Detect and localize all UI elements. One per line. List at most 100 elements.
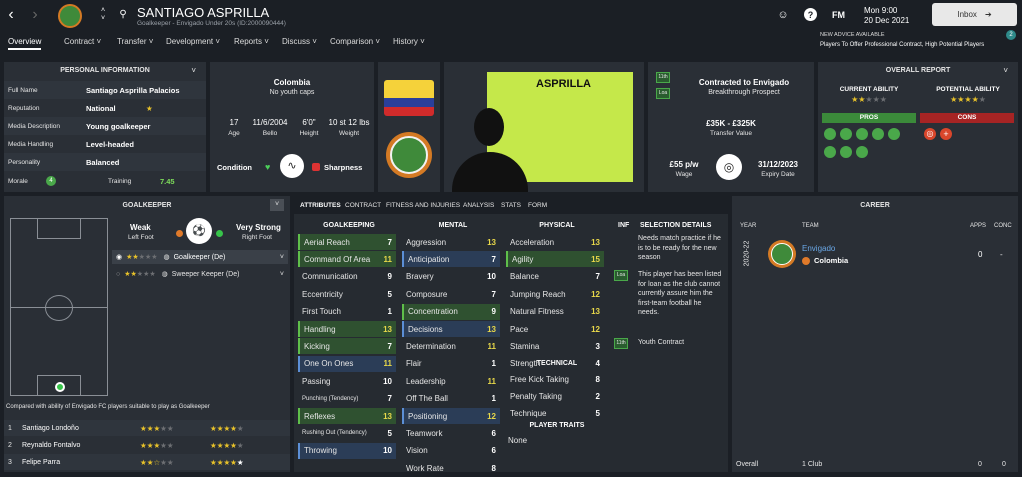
position-dropdown[interactable]: ˅ xyxy=(270,199,284,211)
attribute-row[interactable]: Communication 9 xyxy=(298,269,396,285)
subtab-stats[interactable]: STATS xyxy=(501,202,521,209)
target-icon[interactable]: ◎ xyxy=(924,128,936,140)
back-icon[interactable]: ‹ xyxy=(4,6,18,24)
colombia-flag[interactable] xyxy=(384,80,434,116)
attribute-row[interactable]: Stamina 3 xyxy=(506,338,604,354)
attribute-row[interactable]: Jumping Reach 12 xyxy=(506,286,604,302)
position-panel: GOALKEEPER ˅ Weak Left Foot ⚽ Very Stron… xyxy=(4,196,290,472)
comparison-row[interactable]: 1 Santiago Londoño ★★★★★ ★★★★★ xyxy=(4,420,290,436)
attribute-row[interactable]: Reflexes 13 xyxy=(298,408,396,424)
attribute-row[interactable]: Vision 6 xyxy=(402,443,500,459)
col-team[interactable]: TEAM xyxy=(802,223,819,229)
subtab-form[interactable]: FORM xyxy=(528,202,547,209)
attribute-row[interactable]: Flair 1 xyxy=(402,356,500,372)
attribute-row[interactable]: Composure 7 xyxy=(402,286,500,302)
position-title: GOALKEEPER xyxy=(122,202,172,209)
comparison-row[interactable]: 2 Reynaldo Fontalvo ★★★★★ ★★★★★ xyxy=(4,437,290,453)
attribute-row[interactable]: Work Rate 8 xyxy=(402,460,500,476)
youth-caps: No youth caps xyxy=(269,89,315,96)
attribute-row[interactable]: Command Of Area 11 xyxy=(298,251,396,268)
tab-contract[interactable]: Contract ˅ xyxy=(64,37,101,46)
col-year[interactable]: YEAR xyxy=(740,223,756,229)
col-conc[interactable]: CONC xyxy=(994,223,1012,229)
attribute-row[interactable]: Eccentricity 5 xyxy=(298,286,396,302)
attribute-row[interactable]: Natural Fitness 13 xyxy=(506,304,604,320)
attribute-row[interactable]: Technique 5 xyxy=(506,406,604,422)
pro-icon[interactable] xyxy=(840,146,852,158)
attribute-row[interactable]: Teamwork 6 xyxy=(402,425,500,441)
role-row-sweeper-keeper[interactable]: ○ ★★ ★★★ ◍ Sweeper Keeper (De) ˅ xyxy=(112,267,288,281)
tab-overview[interactable]: Overview xyxy=(8,37,42,50)
attribute-row[interactable]: Aggression 13 xyxy=(402,234,500,250)
attribute-name: Communication xyxy=(302,272,358,282)
attribute-row[interactable]: Penalty Taking 2 xyxy=(506,388,604,404)
attribute-name: Vision xyxy=(406,446,428,456)
attribute-row[interactable]: Leadership 11 xyxy=(402,373,500,389)
attribute-row[interactable]: Concentration 9 xyxy=(402,303,500,320)
attribute-row[interactable]: Pace 12 xyxy=(506,321,604,337)
fm-logo[interactable]: FM xyxy=(832,10,845,20)
attribute-row[interactable]: Passing 10 xyxy=(298,373,396,389)
inbox-label: Inbox xyxy=(957,10,977,19)
attribute-row[interactable]: Determination 11 xyxy=(402,338,500,354)
attribute-row[interactable]: Acceleration 13 xyxy=(506,234,604,250)
tab-history[interactable]: History ˅ xyxy=(393,37,425,46)
attribute-row[interactable]: Decisions 13 xyxy=(402,321,500,337)
attribute-row[interactable]: Agility 15 xyxy=(506,251,604,268)
pro-icon[interactable] xyxy=(840,128,852,140)
attribute-row[interactable]: Kicking 7 xyxy=(298,338,396,355)
attribute-row[interactable]: Rushing Out (Tendency) 5 xyxy=(298,425,396,441)
attribute-row[interactable]: Aerial Reach 7 xyxy=(298,234,396,250)
chevron-down-icon[interactable]: ˅ xyxy=(1003,66,1008,75)
nation-name[interactable]: Colombia xyxy=(210,78,374,87)
attribute-row[interactable]: Bravery 10 xyxy=(402,269,500,285)
subtab-attributes[interactable]: ATTRIBUTES xyxy=(300,202,341,209)
attributes-panel: GOALKEEPING MENTAL PHYSICAL Aerial Reach… xyxy=(294,214,728,473)
chevron-down-icon[interactable]: ˅ xyxy=(191,66,196,75)
pro-icon[interactable] xyxy=(824,146,836,158)
subtab-fitness[interactable]: FITNESS AND INJURIES xyxy=(386,202,460,209)
attribute-row[interactable]: Punching (Tendency) 7 xyxy=(298,391,396,407)
comparison-row[interactable]: 3 Felipe Parra ★★☆★★ ★★★★★ xyxy=(4,454,290,470)
tab-reports[interactable]: Reports ˅ xyxy=(234,37,269,46)
attribute-name: Positioning xyxy=(408,411,448,421)
role-row-goalkeeper[interactable]: ◉ ★★ ★★★ ◍ Goalkeeper (De) ˅ xyxy=(112,250,288,264)
career-row[interactable]: 2020-22 Envigado Colombia 0 - xyxy=(732,236,1018,276)
subtab-analysis[interactable]: ANALYSIS xyxy=(463,202,494,209)
game-date: 20 Dec 2021 xyxy=(864,16,910,25)
chevron-down-icon: ˅ xyxy=(279,253,284,261)
attribute-row[interactable]: Anticipation 7 xyxy=(402,251,500,268)
plus-icon[interactable]: + xyxy=(940,128,952,140)
attribute-row[interactable]: Free Kick Taking 8 xyxy=(506,371,604,387)
pro-icon[interactable] xyxy=(856,128,868,140)
attribute-value: 13 xyxy=(487,324,496,334)
attribute-row[interactable]: First Touch 1 xyxy=(298,304,396,320)
pro-icon[interactable] xyxy=(888,128,900,140)
forward-icon[interactable]: › xyxy=(28,6,42,24)
tab-transfer[interactable]: Transfer ˅ xyxy=(117,37,153,46)
attribute-row[interactable]: Off The Ball 1 xyxy=(402,391,500,407)
subtab-contract[interactable]: CONTRACT xyxy=(345,202,381,209)
attribute-row[interactable]: One On Ones 11 xyxy=(298,355,396,372)
pro-icon[interactable] xyxy=(856,146,868,158)
weak-foot-value: Weak xyxy=(130,223,151,232)
help-icon[interactable]: ? xyxy=(804,8,817,21)
attribute-row[interactable]: Handling 13 xyxy=(298,321,396,337)
pro-icon[interactable] xyxy=(872,128,884,140)
attribute-row[interactable]: Throwing 10 xyxy=(298,442,396,459)
search-icon[interactable]: ⚲ xyxy=(117,8,129,20)
advice-notification[interactable]: NEW ADVICE AVAILABLE Players To Offer Pr… xyxy=(816,30,1020,54)
envigado-club-badge[interactable] xyxy=(386,132,432,178)
tab-comparison[interactable]: Comparison ˅ xyxy=(330,37,380,46)
attribute-row[interactable]: Balance 7 xyxy=(506,269,604,285)
tab-development[interactable]: Development ˅ xyxy=(166,37,220,46)
col-apps[interactable]: APPS xyxy=(970,223,986,229)
team-talk-icon[interactable]: ☺ xyxy=(776,8,790,22)
fitness-pulse-icon: ∿ xyxy=(280,154,304,178)
pro-icon[interactable] xyxy=(824,128,836,140)
career-team-link[interactable]: Envigado xyxy=(802,244,835,253)
player-switch-icon[interactable]: ˄ ˅ xyxy=(98,6,108,24)
tab-discuss[interactable]: Discuss ˅ xyxy=(282,37,317,46)
attribute-row[interactable]: Positioning 12 xyxy=(402,408,500,424)
inbox-button[interactable]: Inbox ➔ xyxy=(932,3,1017,26)
